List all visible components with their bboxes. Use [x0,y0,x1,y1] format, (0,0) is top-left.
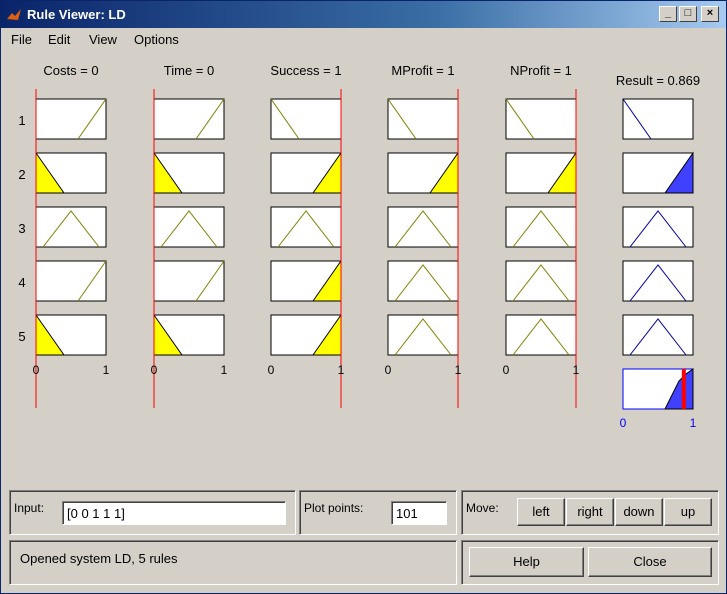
input-mf-box [270,98,342,140]
output-variable-label: Result = 0.869 [616,73,700,88]
axis-tick-max: 1 [103,363,110,377]
input-variable-label: Costs = 0 [43,63,98,78]
axis-tick-max: 1 [338,363,345,377]
input-mf-box [387,314,459,356]
output-mf-box [622,98,694,140]
move-right-button[interactable]: right [566,498,614,526]
input-mf-box [505,98,577,140]
input-mf-box [153,206,225,248]
input-mf-box [387,206,459,248]
output-mf-box [622,260,694,302]
move-up-button[interactable]: up [664,498,712,526]
input-mf-box [505,314,577,356]
plot-points-field[interactable] [391,501,447,525]
input-panel: Input: [9,490,296,535]
rule-number: 3 [18,221,25,236]
input-mf-box [505,206,577,248]
menu-edit[interactable]: Edit [48,32,70,47]
close-window-button[interactable]: × [701,6,719,22]
axis-tick-max: 1 [573,363,580,377]
minimize-button[interactable]: _ [659,6,677,22]
input-vector-field[interactable] [62,501,286,525]
status-text: Opened system LD, 5 rules [20,551,178,566]
action-panel: Help Close [461,540,719,585]
input-mf-box [153,260,225,302]
output-mf-box [622,206,694,248]
rule-plot-area: Costs = 0 Time = 0 Success = 1 MProfit = 1 N… [18,63,700,430]
input-variable-label: Time = 0 [164,63,214,78]
input-mf-box [35,206,107,248]
axis-tick-min: 0 [151,363,158,377]
rule-number: 5 [18,329,25,344]
input-variable-label: Success = 1 [270,63,341,78]
menu-view[interactable]: View [89,32,117,47]
axis-tick-max: 1 [455,363,462,377]
input-label: Input: [14,501,45,515]
axis-tick-min: 0 [503,363,510,377]
rule-number: 2 [18,167,25,182]
output-axis-max: 1 [690,416,697,430]
window-title: Rule Viewer: LD [27,7,126,22]
plot-points-label: Plot points: [304,501,364,515]
axis-tick-max: 1 [221,363,228,377]
input-variable-label: MProfit = 1 [391,63,454,78]
output-axis-min: 0 [620,416,627,430]
input-variable-label: NProfit = 1 [510,63,572,78]
input-mf-box [505,260,577,302]
input-mf-box [270,206,342,248]
menu-bar: File Edit View Options [1,28,726,50]
output-mf-box [622,314,694,356]
menu-file[interactable]: File [11,32,32,47]
input-mf-box [35,98,107,140]
maximize-button[interactable]: □ [679,6,697,22]
axis-tick-min: 0 [385,363,392,377]
matlab-icon [7,9,21,20]
title-bar: Rule Viewer: LD _ □ × [1,1,726,28]
help-button[interactable]: Help [469,547,584,577]
axis-tick-min: 0 [268,363,275,377]
result-marker [681,369,686,409]
move-label: Move: [466,501,499,515]
move-panel: Move: left right down up [461,490,719,535]
move-left-button[interactable]: left [517,498,565,526]
input-mf-box [387,260,459,302]
input-mf-box [387,98,459,140]
input-mf-box [35,260,107,302]
rule-number: 4 [18,275,25,290]
plot-points-panel: Plot points: [299,490,457,535]
menu-options[interactable]: Options [134,32,179,47]
move-down-button[interactable]: down [615,498,663,526]
axis-tick-min: 0 [33,363,40,377]
rule-viewer-window: Rule Viewer: LD _ □ × File Edit View Opt… [0,0,727,594]
status-panel: Opened system LD, 5 rules [9,540,457,585]
close-button[interactable]: Close [588,547,712,577]
input-mf-box [153,98,225,140]
rule-number: 1 [18,113,25,128]
